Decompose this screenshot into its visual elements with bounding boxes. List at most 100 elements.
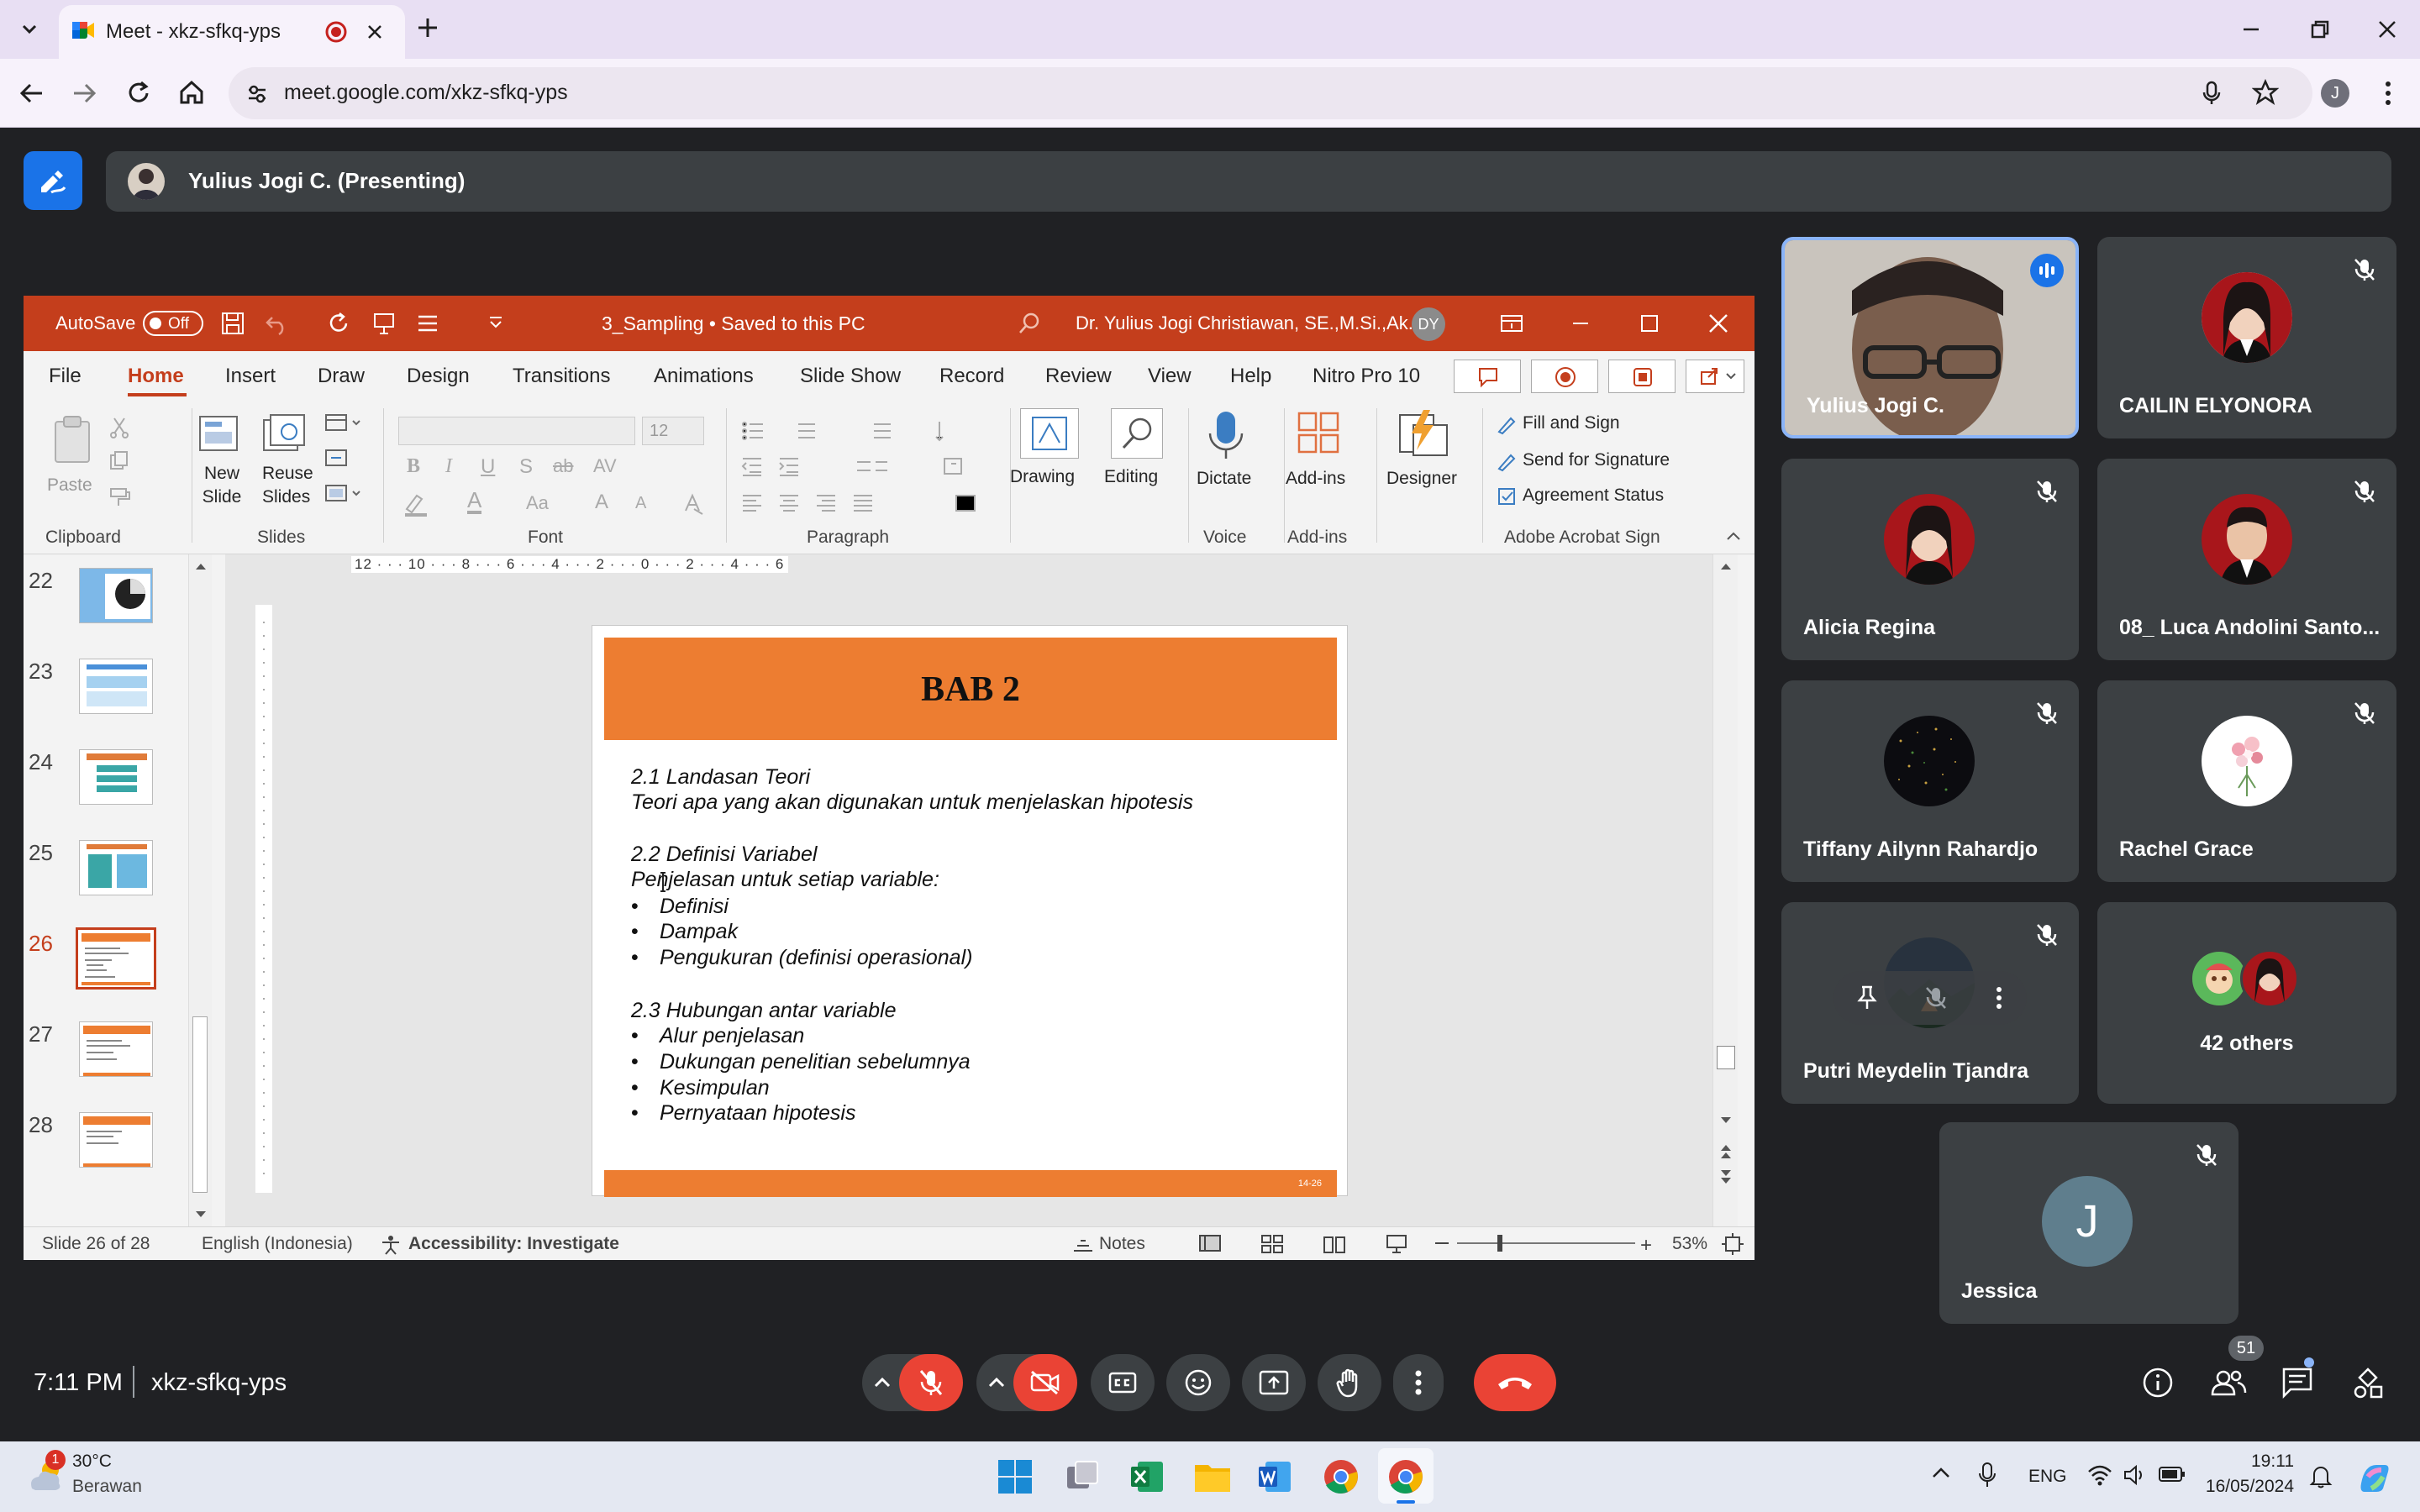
ppt-maximize-icon[interactable]: [1637, 311, 1662, 336]
restore-window-icon[interactable]: [2307, 17, 2333, 42]
participant-tile[interactable]: J Jessica: [1939, 1122, 2238, 1324]
profile-avatar[interactable]: J: [2321, 79, 2349, 108]
tab-search-icon[interactable]: [15, 17, 44, 42]
new-slide-label[interactable]: New Slide: [198, 462, 245, 509]
activities-icon[interactable]: [2351, 1366, 2385, 1399]
designer-icon[interactable]: [1397, 408, 1450, 459]
present-now-button[interactable]: [1242, 1354, 1306, 1411]
save-icon[interactable]: [220, 311, 245, 336]
browser-menu-icon[interactable]: [2383, 79, 2393, 108]
pin-icon[interactable]: [1857, 985, 1877, 1011]
more-options-button[interactable]: [1393, 1354, 1444, 1411]
raise-hand-button[interactable]: [1318, 1354, 1381, 1411]
participant-tile[interactable]: Tiffany Ailynn Rahardjo: [1781, 680, 2079, 882]
reactions-button[interactable]: [1166, 1354, 1230, 1411]
collapse-ribbon-icon[interactable]: [1724, 529, 1743, 543]
align-icons[interactable]: [739, 491, 992, 516]
customize-qat-icon[interactable]: [487, 314, 504, 331]
increase-font-button[interactable]: A: [595, 491, 608, 514]
tab-draw[interactable]: Draw: [318, 365, 365, 388]
ppt-user-initials[interactable]: DY: [1412, 307, 1445, 341]
paste-label[interactable]: Paste: [47, 475, 92, 496]
tab-insert[interactable]: Insert: [225, 365, 276, 388]
people-icon[interactable]: [2210, 1366, 2247, 1399]
close-tab-icon[interactable]: [365, 22, 385, 42]
char-spacing-button[interactable]: AV: [593, 455, 617, 477]
bullets-icon[interactable]: [739, 418, 992, 444]
dictate-label[interactable]: Dictate: [1197, 469, 1251, 489]
layout-icon[interactable]: [323, 412, 365, 435]
thumb-slide-28[interactable]: [79, 1112, 153, 1168]
slideshow-view-icon[interactable]: [1385, 1234, 1408, 1254]
leave-call-button[interactable]: [1474, 1354, 1556, 1411]
section-icon[interactable]: [323, 482, 365, 506]
windows-start-icon[interactable]: [997, 1458, 1034, 1495]
thumb-slide-24[interactable]: [79, 749, 153, 805]
format-painter-icon[interactable]: [108, 486, 133, 509]
chrome-icon[interactable]: [1323, 1458, 1360, 1495]
others-tile[interactable]: 42 others: [2097, 902, 2396, 1104]
zoom-level[interactable]: 53%: [1672, 1234, 1707, 1254]
autosave-toggle[interactable]: Off: [143, 311, 203, 336]
reading-view-icon[interactable]: [1323, 1234, 1346, 1254]
tab-view[interactable]: View: [1148, 365, 1192, 388]
zoom-slider[interactable]: [1457, 1235, 1635, 1252]
start-slideshow-icon[interactable]: [371, 311, 397, 336]
mute-participant-icon[interactable]: [1924, 985, 1948, 1011]
font-size-dropdown[interactable]: 12: [642, 417, 704, 445]
zoom-out-icon[interactable]: [1435, 1242, 1449, 1244]
toggle-camera-button[interactable]: [1013, 1354, 1077, 1411]
send-signature-icon[interactable]: [1496, 450, 1518, 472]
task-view-icon[interactable]: [1064, 1458, 1101, 1495]
thumbnails-scrollbar[interactable]: [188, 554, 212, 1226]
file-explorer-icon[interactable]: [1193, 1458, 1232, 1495]
thumb-slide-26-selected[interactable]: [76, 927, 156, 990]
forward-icon[interactable]: [71, 79, 99, 108]
comments-button[interactable]: [1454, 360, 1521, 393]
taskbar-mic-icon[interactable]: [1978, 1462, 1996, 1488]
participant-tile[interactable]: Alicia Regina: [1781, 459, 2079, 660]
toggle-microphone-button[interactable]: [899, 1354, 963, 1411]
current-slide[interactable]: BAB 2 2.1 Landasan Teori Teori apa yang …: [592, 625, 1348, 1197]
sorter-view-icon[interactable]: [1260, 1234, 1284, 1254]
bookmark-star-icon[interactable]: [2252, 79, 2279, 106]
record-button[interactable]: [1531, 360, 1598, 393]
tab-review[interactable]: Review: [1045, 365, 1112, 388]
send-signature-label[interactable]: Send for Signature: [1523, 450, 1670, 470]
excel-icon[interactable]: [1129, 1458, 1166, 1495]
participant-tile[interactable]: 08_ Luca Andolini Santo...: [2097, 459, 2396, 660]
chrome-profile-active[interactable]: [1378, 1448, 1434, 1504]
drawing-label[interactable]: Drawing: [1010, 467, 1075, 487]
reuse-slides-label[interactable]: Reuse Slides: [262, 462, 313, 509]
reset-icon[interactable]: [323, 447, 350, 470]
home-icon[interactable]: [176, 77, 207, 108]
tab-slide-show[interactable]: Slide Show: [800, 365, 901, 388]
new-tab-icon[interactable]: [415, 15, 440, 40]
indent-icons[interactable]: [739, 454, 992, 479]
tab-design[interactable]: Design: [407, 365, 470, 388]
zoom-in-icon[interactable]: +: [1640, 1234, 1652, 1257]
tab-meet[interactable]: Meet - xkz-sfkq-yps: [59, 5, 405, 59]
font-color-button[interactable]: A: [467, 489, 482, 514]
tab-record[interactable]: Record: [939, 365, 1004, 388]
address-bar[interactable]: meet.google.com/xkz-sfkq-yps: [229, 67, 2312, 119]
volume-icon[interactable]: [2123, 1463, 2148, 1487]
share-button[interactable]: [1686, 360, 1744, 393]
font-family-dropdown[interactable]: [398, 417, 635, 445]
ppt-close-icon[interactable]: [1706, 311, 1731, 336]
word-icon[interactable]: [1257, 1458, 1294, 1495]
editing-icon[interactable]: [1111, 408, 1163, 459]
fit-slide-icon[interactable]: [1721, 1232, 1744, 1256]
input-language[interactable]: ENG: [2028, 1467, 2067, 1487]
thumb-slide-25[interactable]: [79, 840, 153, 895]
present-teams-button[interactable]: [1608, 360, 1676, 393]
clock-date[interactable]: 16/05/2024: [2193, 1477, 2294, 1497]
close-window-icon[interactable]: [2375, 17, 2400, 42]
show-hidden-icons[interactable]: [1931, 1465, 1951, 1482]
undo-icon[interactable]: [264, 311, 289, 336]
captions-button[interactable]: [1091, 1354, 1155, 1411]
bold-button[interactable]: B: [407, 455, 420, 478]
more-options-icon[interactable]: [1995, 985, 2003, 1011]
tab-transitions[interactable]: Transitions: [513, 365, 610, 388]
quick-access-list-icon[interactable]: [415, 311, 440, 336]
